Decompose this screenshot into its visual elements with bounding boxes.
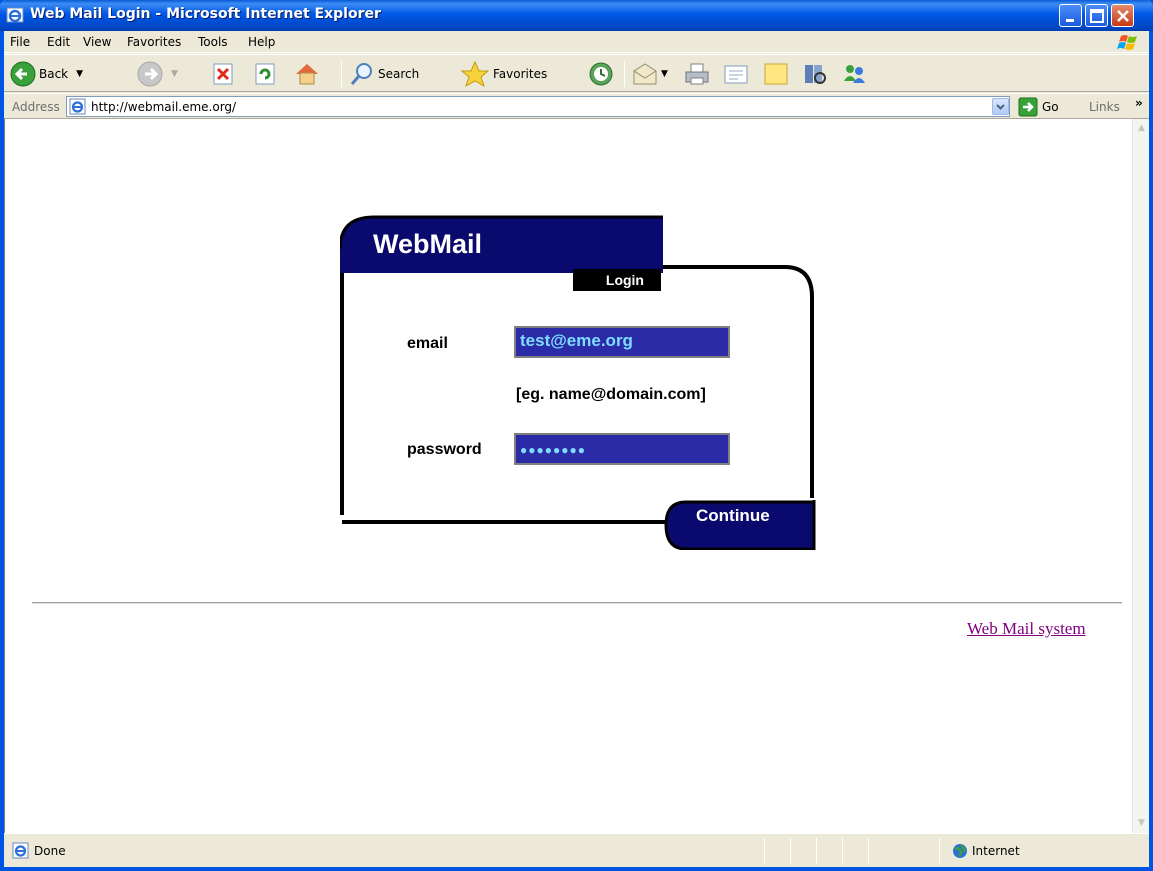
messenger-icon (844, 65, 865, 83)
print-button[interactable] (683, 59, 711, 89)
go-button[interactable]: Go (1018, 97, 1059, 117)
address-dropdown-button[interactable] (992, 98, 1009, 115)
menu-view[interactable]: View (83, 35, 111, 49)
maximize-icon (1090, 9, 1104, 23)
login-tag: Login (573, 269, 661, 291)
stop-icon (213, 63, 233, 85)
forward-arrow-icon (137, 61, 163, 87)
messenger-button[interactable] (840, 59, 868, 89)
print-icon (685, 63, 709, 85)
go-label: Go (1042, 100, 1059, 114)
note-icon (764, 63, 788, 85)
menu-edit[interactable]: Edit (47, 35, 70, 49)
menu-file[interactable]: File (10, 35, 30, 49)
star-icon (460, 60, 490, 88)
minimize-icon (1066, 19, 1074, 22)
window-title: Web Mail Login - Microsoft Internet Expl… (30, 6, 381, 22)
webmail-brand: WebMail (373, 229, 483, 259)
browser-window: Web Mail Login - Microsoft Internet Expl… (0, 0, 1153, 871)
research-icon (805, 65, 826, 84)
minimize-button[interactable] (1059, 4, 1082, 27)
password-field[interactable]: ●●●●●●●● (514, 433, 730, 465)
history-button[interactable] (587, 59, 615, 89)
title-bar[interactable]: Web Mail Login - Microsoft Internet Expl… (0, 0, 1153, 31)
mail-dropdown-icon[interactable]: ▼ (661, 69, 668, 79)
ie-page-icon (12, 842, 29, 859)
menu-bar: File Edit View Favorites Tools Help (4, 31, 1149, 53)
status-bar: Done Internet (4, 833, 1149, 867)
scroll-up-icon[interactable]: ▲ (1134, 120, 1149, 137)
favorites-button[interactable]: Favorites (460, 59, 547, 89)
search-icon (350, 63, 372, 85)
mail-button[interactable]: ▼ (631, 59, 668, 89)
discuss-button[interactable] (762, 59, 790, 89)
edit-page-icon (724, 65, 748, 84)
refresh-button[interactable] (254, 59, 276, 89)
address-input[interactable]: http://webmail.eme.org/ (66, 96, 1010, 117)
email-hint: [eg. name@domain.com] (516, 386, 706, 403)
maximize-button[interactable] (1085, 4, 1108, 27)
scroll-down-icon[interactable]: ▼ (1134, 815, 1149, 832)
menu-favorites[interactable]: Favorites (127, 35, 181, 49)
continue-button[interactable]: Continue (696, 506, 770, 526)
page-content: WebMail Login email test@eme.org [eg. na… (4, 119, 1132, 833)
go-arrow-icon (1018, 97, 1038, 117)
login-frame (340, 215, 816, 550)
links-chevron-icon[interactable]: » (1135, 96, 1143, 110)
close-button[interactable] (1111, 4, 1134, 27)
back-label: Back (39, 67, 69, 81)
favorites-label: Favorites (493, 67, 548, 81)
security-zone: Internet (972, 844, 1020, 858)
vertical-scrollbar[interactable]: ▲ ▼ (1132, 119, 1149, 833)
windows-flag-icon (1117, 35, 1137, 50)
password-label: password (407, 441, 482, 458)
home-button[interactable] (293, 59, 321, 89)
back-arrow-icon (10, 61, 36, 87)
chevron-down-icon (996, 104, 1005, 110)
edit-button[interactable] (722, 59, 750, 89)
globe-icon (953, 844, 967, 858)
history-icon (589, 62, 613, 86)
research-button[interactable] (801, 59, 829, 89)
menu-tools[interactable]: Tools (198, 35, 228, 49)
back-button[interactable]: Back ▼ (10, 59, 83, 89)
forward-button[interactable]: ▼ (137, 59, 178, 89)
search-label: Search (378, 67, 420, 81)
mail-icon (633, 63, 657, 85)
standard-toolbar: Back ▼ ▼ Search Favorites ▼ (4, 54, 1149, 92)
email-label: email (407, 335, 448, 352)
status-text: Done (34, 844, 66, 858)
home-icon (296, 64, 318, 85)
address-bar: Address http://webmail.eme.org/ Go Links… (4, 93, 1149, 119)
search-button[interactable]: Search (349, 59, 419, 89)
address-url: http://webmail.eme.org/ (91, 100, 237, 114)
login-panel: WebMail Login email test@eme.org [eg. na… (340, 215, 816, 550)
ie-page-icon (69, 98, 86, 115)
ie-logo-icon (6, 7, 24, 23)
close-icon (1117, 10, 1129, 22)
email-field[interactable]: test@eme.org (514, 326, 730, 358)
back-dropdown-icon[interactable]: ▼ (76, 69, 83, 79)
stop-button[interactable] (212, 59, 234, 89)
horizontal-rule (32, 602, 1122, 604)
forward-dropdown-icon: ▼ (171, 69, 178, 79)
links-label[interactable]: Links (1089, 100, 1120, 114)
refresh-icon (255, 63, 275, 85)
menu-help[interactable]: Help (248, 35, 275, 49)
address-label: Address (12, 100, 60, 114)
webmail-system-link[interactable]: Web Mail system (967, 619, 1086, 639)
